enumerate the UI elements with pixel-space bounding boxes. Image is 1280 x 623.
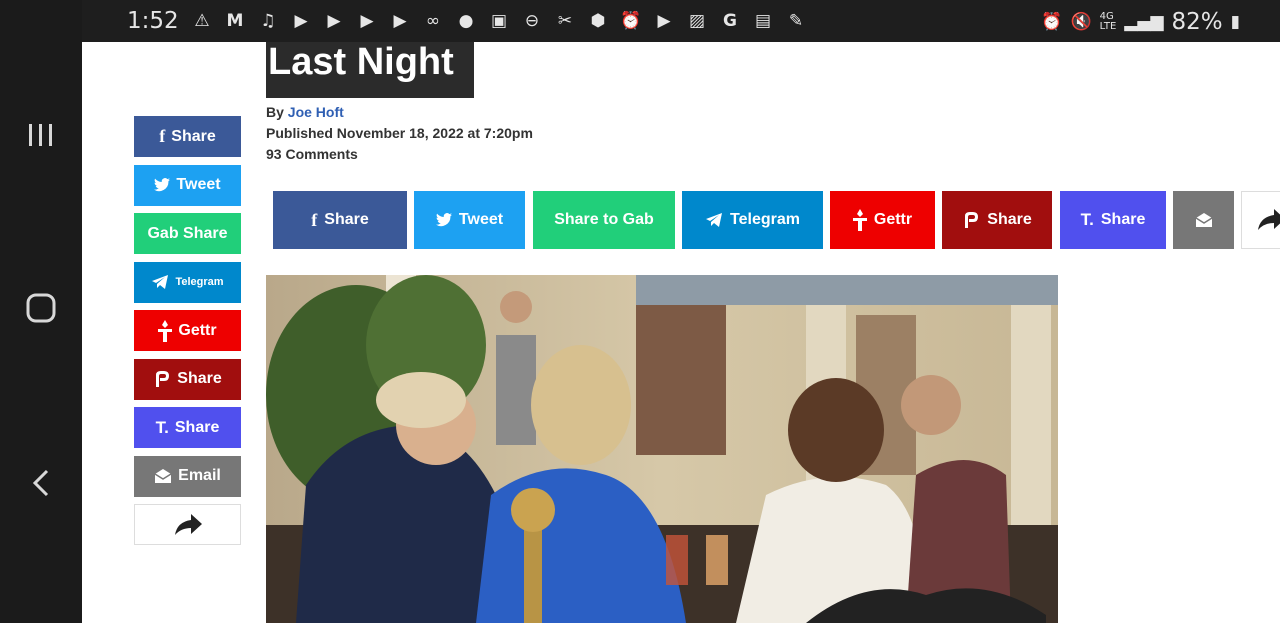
- top-share-arrow-button[interactable]: [1241, 191, 1280, 249]
- side-truth-button[interactable]: T. Share: [134, 407, 241, 448]
- share-button-label: Telegram: [175, 276, 224, 288]
- share-button-label: Share: [174, 418, 220, 436]
- telegram-icon: [705, 212, 723, 228]
- facebook-icon: f: [311, 209, 318, 230]
- calendar-icon: ▤: [754, 11, 772, 31]
- share-arrow-icon: [1257, 209, 1280, 231]
- twitter-icon: [154, 178, 171, 192]
- gettr-icon: [158, 319, 173, 342]
- recent-apps-icon: [29, 124, 52, 146]
- byline-prefix: By: [266, 104, 284, 120]
- top-facebook-button[interactable]: f Share: [273, 191, 407, 249]
- share-arrow-icon: [174, 513, 202, 536]
- side-twitter-button[interactable]: Tweet: [134, 164, 241, 206]
- side-facebook-button[interactable]: f Share: [134, 116, 241, 157]
- alarm-icon: ⏰: [1041, 12, 1063, 32]
- side-share-arrow-button[interactable]: [134, 504, 241, 545]
- do-not-disturb-icon: ⊖: [524, 11, 540, 31]
- share-button-label: Email: [178, 467, 221, 484]
- back-icon: [32, 469, 49, 497]
- top-twitter-button[interactable]: Tweet: [414, 191, 525, 249]
- top-parler-button[interactable]: Share: [942, 191, 1052, 249]
- gettr-icon: [852, 209, 867, 231]
- share-button-label: Tweet: [458, 211, 504, 228]
- network-4g-icon: 4G LTE: [1099, 11, 1117, 32]
- side-gab-button[interactable]: Gab Share: [134, 213, 241, 254]
- status-time: 1:52: [127, 8, 179, 34]
- mute-icon: 🔇: [1070, 12, 1092, 32]
- comments-link[interactable]: 93 Comments: [266, 146, 358, 162]
- notification-icons: ⚠ M ♫ ▶ ▶ ▶ ▶ ∞ ● ▣ ⊖ ✂ ⬢ ⏰ ▶ ▨ G ▤ ✎: [190, 9, 808, 33]
- top-email-button[interactable]: [1173, 191, 1234, 249]
- signal-icon: ▂▄▆: [1124, 12, 1164, 32]
- side-email-button[interactable]: Email: [134, 455, 241, 497]
- article-photo: [266, 275, 1058, 623]
- youtube-icon: ▶: [360, 11, 374, 31]
- share-button-label: Share: [324, 211, 369, 228]
- byline: By Joe Hoft: [266, 104, 344, 120]
- top-gettr-button[interactable]: Gettr: [830, 191, 935, 249]
- email-icon: [154, 469, 172, 483]
- share-button-label: Telegram: [730, 211, 800, 228]
- app-icon: ▣: [490, 11, 508, 31]
- home-icon: [26, 293, 56, 323]
- tools-icon: ✂: [557, 11, 573, 31]
- share-button-label: Share: [1100, 211, 1146, 228]
- parler-icon: [962, 211, 980, 229]
- side-telegram-button[interactable]: Telegram: [134, 261, 241, 303]
- youtube-icon: ▶: [657, 11, 671, 31]
- battery-percent: 82%: [1171, 9, 1223, 35]
- share-button-label: Gettr: [178, 321, 217, 339]
- top-gab-button[interactable]: Share to Gab: [533, 191, 675, 249]
- system-status: ⏰ 🔇 4G LTE ▂▄▆ 82% ▮: [1041, 9, 1240, 35]
- share-button-label: Share: [987, 211, 1032, 228]
- recent-apps-button[interactable]: [21, 115, 61, 155]
- article-photo-image: [266, 275, 1058, 623]
- truth-icon: T.: [1080, 210, 1094, 229]
- youtube-icon: ▶: [327, 11, 341, 31]
- battery-charging-icon: ▮: [1230, 12, 1240, 32]
- author-link[interactable]: Joe Hoft: [288, 104, 344, 120]
- published-date: Published November 18, 2022 at 7:20pm: [266, 125, 533, 141]
- headphones-icon: ♫: [260, 11, 276, 31]
- share-button-label: Tweet: [176, 176, 221, 193]
- google-icon: G: [723, 11, 737, 31]
- warning-icon: ⚠: [194, 11, 210, 31]
- android-navigation-bar: [0, 0, 82, 623]
- youtube-icon: ▶: [393, 11, 407, 31]
- telegram-icon: [151, 274, 169, 290]
- share-button-label: Gab Share: [147, 224, 228, 242]
- twitter-icon: [435, 213, 452, 227]
- article-title: Last Night: [266, 42, 474, 98]
- share-button-label: Share: [171, 127, 216, 145]
- parler-icon: [153, 370, 171, 388]
- status-bar: 1:52 ⚠ M ♫ ▶ ▶ ▶ ▶ ∞ ● ▣ ⊖ ✂ ⬢ ⏰ ▶ ▨ G ▤…: [82, 0, 1280, 42]
- share-button-label: Share: [177, 370, 222, 387]
- side-parler-button[interactable]: Share: [134, 358, 241, 400]
- email-icon: [1195, 213, 1213, 227]
- account-icon: ●: [458, 11, 474, 31]
- top-telegram-button[interactable]: Telegram: [682, 191, 823, 249]
- voicemail-icon: ∞: [425, 11, 441, 31]
- truth-icon: T.: [155, 417, 169, 437]
- pill-icon: ✎: [788, 11, 804, 31]
- gmail-icon: M: [226, 11, 244, 31]
- side-gettr-button[interactable]: Gettr: [134, 310, 241, 351]
- top-truth-button[interactable]: T. Share: [1060, 191, 1166, 249]
- web-page: Last Night By Joe Hoft Published Novembe…: [82, 42, 1280, 623]
- facebook-icon: f: [159, 126, 166, 146]
- share-button-label: Share to Gab: [554, 211, 654, 228]
- alarm-icon: ⏰: [620, 11, 642, 31]
- home-button[interactable]: [21, 288, 61, 328]
- gallery-icon: ▨: [688, 11, 706, 31]
- share-button-label: Gettr: [873, 211, 913, 228]
- youtube-icon: ▶: [294, 11, 308, 31]
- shield-icon: ⬢: [590, 11, 606, 31]
- back-button[interactable]: [21, 463, 61, 503]
